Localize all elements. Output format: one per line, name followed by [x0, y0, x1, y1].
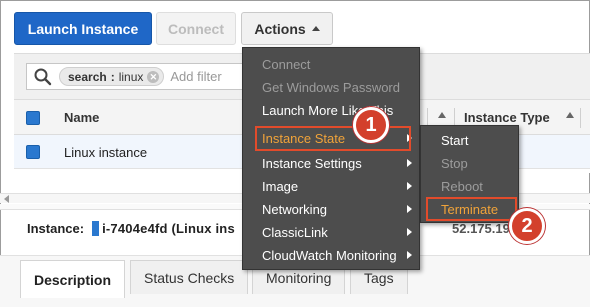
launch-instance-button[interactable]: Launch Instance [14, 12, 152, 45]
menu-item-connect[interactable]: Connect [243, 53, 421, 76]
instance-summary: Instance: i-7404e4fd (Linux ins [27, 221, 235, 236]
chevron-right-icon [407, 134, 412, 142]
sort-icon[interactable] [438, 112, 446, 118]
instance-name-cell: Linux instance [64, 145, 148, 160]
column-header-instance-type[interactable]: Instance Type [464, 110, 550, 125]
column-divider [580, 108, 581, 128]
tab-description[interactable]: Description [20, 260, 126, 298]
menu-item-image[interactable]: Image [243, 175, 421, 198]
instance-color-marker [92, 221, 100, 236]
actions-menu: Connect Get Windows Password Launch More… [242, 47, 420, 270]
tab-status-checks[interactable]: Status Checks [130, 260, 249, 294]
filter-chip-value: linux [118, 69, 144, 84]
chevron-right-icon [407, 182, 412, 190]
menu-item-label: Networking [262, 202, 328, 217]
submenu-item-terminate[interactable]: Terminate [421, 198, 520, 221]
filter-chip[interactable]: search : linux ✕ [59, 67, 165, 86]
instance-state-submenu: Start Stop Reboot Terminate [420, 125, 519, 223]
search-box[interactable]: search : linux ✕ Add filter [26, 63, 260, 90]
menu-item-label: Instance State [262, 131, 346, 146]
search-input[interactable]: Add filter [170, 69, 221, 84]
scroll-left-icon[interactable] [4, 195, 9, 203]
caret-up-icon [311, 26, 320, 31]
menu-item-label: Image [262, 179, 299, 194]
menu-item-launch-more-like-this[interactable]: Launch More Like This [243, 99, 421, 122]
submenu-item-start[interactable]: Start [421, 129, 520, 152]
submenu-item-stop[interactable]: Stop [421, 152, 520, 175]
filter-chip-key: search [68, 69, 107, 84]
menu-item-networking[interactable]: Networking [243, 198, 421, 221]
callout-step-2: 2 [509, 208, 545, 244]
instance-id: i-7404e4fd (Linux ins [102, 221, 235, 236]
menu-item-label: Instance Settings [262, 156, 362, 171]
actions-button[interactable]: Actions [241, 12, 333, 45]
column-header-name[interactable]: Name [64, 110, 99, 125]
search-icon [34, 68, 52, 85]
chevron-right-icon [407, 159, 412, 167]
callout-step-1: 1 [353, 107, 389, 143]
menu-item-label: CloudWatch Monitoring [262, 248, 397, 263]
actions-label: Actions [254, 20, 306, 37]
menu-item-classiclink[interactable]: ClassicLink [243, 221, 421, 244]
row-checkbox[interactable] [26, 145, 40, 159]
instance-label: Instance: [27, 221, 85, 236]
menu-item-instance-settings[interactable]: Instance Settings [243, 152, 421, 175]
menu-item-cloudwatch-monitoring[interactable]: CloudWatch Monitoring [243, 244, 421, 267]
public-ip-fragment: 52.175.190 [452, 221, 518, 236]
chevron-right-icon [407, 228, 412, 236]
filter-chip-separator: : [110, 69, 115, 84]
chevron-right-icon [407, 205, 412, 213]
sort-icon[interactable] [566, 112, 574, 118]
select-all-checkbox[interactable] [26, 111, 40, 125]
close-icon[interactable]: ✕ [147, 70, 160, 83]
submenu-item-reboot[interactable]: Reboot [421, 175, 520, 198]
connect-button[interactable]: Connect [156, 12, 236, 45]
menu-item-get-windows-password[interactable]: Get Windows Password [243, 76, 421, 99]
chevron-right-icon [407, 251, 412, 259]
menu-item-label: ClassicLink [262, 225, 328, 240]
menu-item-instance-state[interactable]: Instance State [243, 127, 421, 150]
